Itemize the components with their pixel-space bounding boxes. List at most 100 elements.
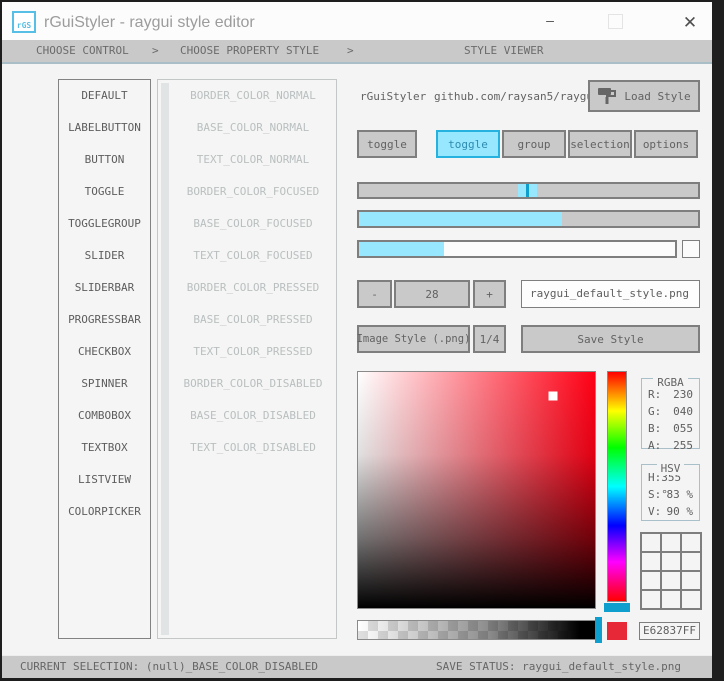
- value-number: 040: [673, 405, 693, 418]
- hue-bar-handle[interactable]: [604, 603, 630, 612]
- value-label: V:: [648, 505, 662, 518]
- app-icon-label: rGS: [16, 21, 32, 30]
- hex-value-box[interactable]: E62837FF: [639, 622, 700, 640]
- maximize-button[interactable]: [608, 14, 623, 29]
- swatch-cell[interactable]: [682, 591, 700, 608]
- load-style-label: Load Style: [624, 89, 691, 103]
- color-value-row: G: 040: [642, 403, 699, 420]
- sliderbar[interactable]: [357, 210, 700, 228]
- progress-checkbox[interactable]: [682, 240, 700, 258]
- control-list-item[interactable]: LISTVIEW: [59, 464, 150, 496]
- control-list-item[interactable]: COLORPICKER: [59, 496, 150, 528]
- toggle-group-option[interactable]: toggle: [436, 130, 500, 158]
- status-save-status: SAVE STATUS: raygui_default_style.png: [436, 660, 682, 673]
- hsv-groupbox: HSV H: 355 ° S: 83 % V: 90 %: [641, 462, 700, 521]
- swatch-cell[interactable]: [662, 572, 680, 589]
- spinner-increase-button[interactable]: +: [473, 280, 506, 308]
- tab-choose-control: CHOOSE CONTROL: [36, 44, 129, 57]
- value-number: 83 %: [666, 488, 694, 501]
- status-current-selection: CURRENT SELECTION: (null)_BASE_COLOR_DIS…: [20, 660, 319, 673]
- property-list-item[interactable]: BORDER_COLOR_FOCUSED: [170, 176, 336, 208]
- control-list-item[interactable]: TEXTBOX: [59, 432, 150, 464]
- alpha-bar[interactable]: [357, 620, 597, 640]
- window-titlebar: rGS rGuiStyler - raygui style editor — ✕: [2, 2, 712, 40]
- color-value-row: A: 255: [642, 437, 699, 454]
- close-button[interactable]: ✕: [678, 4, 702, 42]
- swatch-cell[interactable]: [642, 534, 660, 551]
- alpha-bar-handle[interactable]: [595, 617, 602, 643]
- swatch-cell[interactable]: [682, 553, 700, 570]
- value-number: 255: [673, 439, 693, 452]
- swatch-cell[interactable]: [642, 572, 660, 589]
- swatch-cell[interactable]: [682, 534, 700, 551]
- toggle-group-option[interactable]: selection: [568, 130, 632, 158]
- property-list-item[interactable]: BASE_COLOR_PRESSED: [170, 304, 336, 336]
- value-number: 90 %: [666, 505, 694, 518]
- value-label: B:: [648, 422, 662, 435]
- toggle-group-option[interactable]: options: [634, 130, 698, 158]
- control-list-item[interactable]: CHECKBOX: [59, 336, 150, 368]
- tab-style-viewer: STYLE VIEWER: [464, 44, 544, 57]
- property-list-item[interactable]: BASE_COLOR_DISABLED: [170, 400, 336, 432]
- property-list-item[interactable]: TEXT_COLOR_PRESSED: [170, 336, 336, 368]
- progressbar-fill: [359, 242, 445, 256]
- spinner-decrease-button[interactable]: -: [357, 280, 392, 308]
- control-list-item[interactable]: SLIDER: [59, 240, 150, 272]
- property-list-item[interactable]: BORDER_COLOR_PRESSED: [170, 272, 336, 304]
- swatch-cell[interactable]: [662, 591, 680, 608]
- swatch-cell[interactable]: [642, 553, 660, 570]
- swatch-grid: [640, 532, 702, 610]
- control-list: DEFAULT LABELBUTTON BUTTON TOGGLE TOGGLE…: [58, 79, 151, 639]
- color-panel-cursor[interactable]: [548, 391, 558, 401]
- slider-handle[interactable]: [518, 184, 538, 197]
- control-list-item[interactable]: SLIDERBAR: [59, 272, 150, 304]
- spinner-value[interactable]: 28: [394, 280, 470, 308]
- property-list-item[interactable]: TEXT_COLOR_DISABLED: [170, 432, 336, 464]
- control-list-item[interactable]: LABELBUTTON: [59, 112, 150, 144]
- image-style-button[interactable]: Image Style (.png): [357, 325, 470, 353]
- color-value-row: B: 055: [642, 420, 699, 437]
- color-panel[interactable]: [357, 371, 596, 609]
- property-list-item[interactable]: TEXT_COLOR_FOCUSED: [170, 240, 336, 272]
- swatch-cell[interactable]: [662, 553, 680, 570]
- slider[interactable]: [357, 182, 700, 199]
- window-frame: rGS rGuiStyler - raygui style editor — ✕…: [0, 0, 724, 681]
- control-list-item[interactable]: TOGGLE: [59, 176, 150, 208]
- control-list-item[interactable]: TOGGLEGROUP: [59, 208, 150, 240]
- load-style-button[interactable]: Load Style: [588, 80, 700, 112]
- toggle-button[interactable]: toggle: [357, 130, 417, 158]
- save-style-button[interactable]: Save Style: [521, 325, 700, 353]
- ratio-button[interactable]: 1/4: [473, 325, 506, 353]
- swatch-cell[interactable]: [662, 534, 680, 551]
- paint-roller-icon: [597, 87, 617, 105]
- color-value-row: V: 90 %: [642, 503, 699, 520]
- value-number: 055: [673, 422, 693, 435]
- value-label: S:: [648, 488, 662, 501]
- tab-choose-property-style: CHOOSE PROPERTY STYLE: [180, 44, 320, 57]
- property-list-item[interactable]: TEXT_COLOR_NORMAL: [170, 144, 336, 176]
- hue-bar[interactable]: [607, 371, 627, 602]
- swatch-cell[interactable]: [682, 572, 700, 589]
- github-link[interactable]: github.com/raysan5/raygui: [434, 85, 600, 109]
- property-list-item[interactable]: BASE_COLOR_FOCUSED: [170, 208, 336, 240]
- current-color-swatch: [607, 622, 627, 640]
- property-list-item[interactable]: BORDER_COLOR_DISABLED: [170, 368, 336, 400]
- control-list-item[interactable]: SPINNER: [59, 368, 150, 400]
- control-list-item[interactable]: PROGRESSBAR: [59, 304, 150, 336]
- rgba-groupbox-title: RGBA: [653, 376, 688, 389]
- property-list-item[interactable]: BASE_COLOR_NORMAL: [170, 112, 336, 144]
- minimize-button[interactable]: —: [538, 4, 562, 42]
- toggle-group-option[interactable]: group: [502, 130, 566, 158]
- swatch-cell[interactable]: [642, 591, 660, 608]
- control-list-item[interactable]: BUTTON: [59, 144, 150, 176]
- control-list-item[interactable]: DEFAULT: [59, 80, 150, 112]
- property-list-item[interactable]: BORDER_COLOR_NORMAL: [170, 80, 336, 112]
- filename-input[interactable]: raygui_default_style.png: [521, 280, 700, 308]
- property-list: BORDER_COLOR_NORMAL BASE_COLOR_NORMAL TE…: [157, 79, 337, 639]
- sliderbar-fill: [359, 212, 563, 226]
- app-icon: rGS: [12, 11, 36, 33]
- hsv-groupbox-title: HSV: [656, 462, 685, 475]
- control-list-item[interactable]: COMBOBOX: [59, 400, 150, 432]
- value-label: G:: [648, 405, 662, 418]
- value-label: A:: [648, 439, 662, 452]
